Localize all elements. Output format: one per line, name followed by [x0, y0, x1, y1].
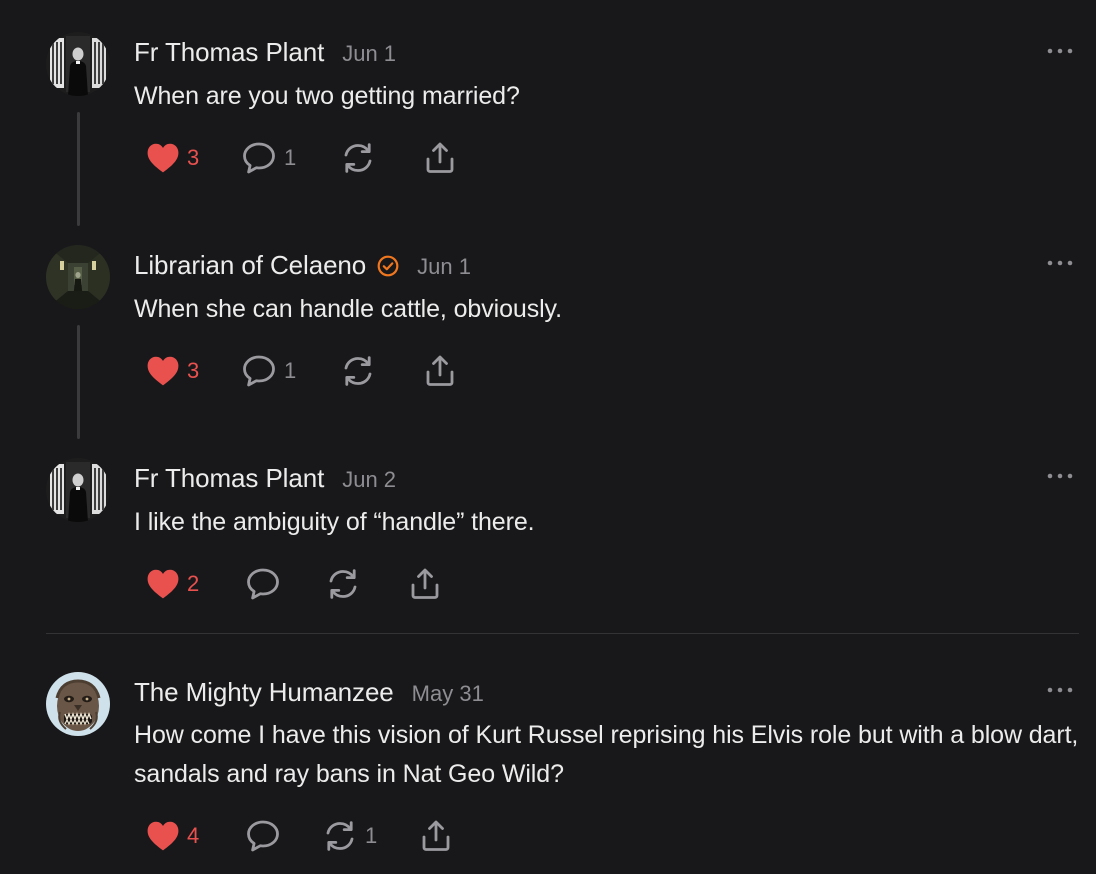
- reply-button[interactable]: 1: [241, 353, 296, 389]
- comment-text: When she can handle cattle, obviously.: [134, 295, 562, 323]
- share-icon: [420, 819, 452, 853]
- more-options-icon[interactable]: [1046, 258, 1074, 268]
- author-name[interactable]: Librarian of Celaeno: [134, 250, 366, 281]
- comment-date[interactable]: May 31: [412, 681, 484, 707]
- more-options-icon[interactable]: [1046, 46, 1074, 56]
- heart-icon: [146, 355, 180, 387]
- like-button[interactable]: 2: [146, 566, 199, 602]
- author-name[interactable]: The Mighty Humanzee: [134, 677, 394, 708]
- comment-text: How come I have this vision of Kurt Russ…: [134, 721, 1079, 788]
- author-avatar[interactable]: [46, 672, 110, 736]
- like-button[interactable]: 4: [146, 818, 199, 854]
- share-icon: [409, 567, 441, 601]
- heart-icon: [146, 820, 180, 852]
- author-name[interactable]: Fr Thomas Plant: [134, 37, 324, 68]
- thread-line: [77, 325, 80, 439]
- share-button[interactable]: [420, 818, 452, 854]
- comment-date[interactable]: Jun 2: [342, 467, 396, 493]
- comment-icon: [241, 354, 277, 388]
- comment-header: Librarian of Celaeno Jun 1: [134, 250, 471, 281]
- reply-button[interactable]: [245, 566, 288, 602]
- comment-date[interactable]: Jun 1: [342, 41, 396, 67]
- comment-icon: [245, 819, 281, 853]
- comment-icon: [245, 567, 281, 601]
- like-count: 3: [187, 145, 200, 170]
- author-avatar[interactable]: [46, 32, 110, 96]
- comment-text: I like the ambiguity of “handle” there.: [134, 508, 535, 536]
- verified-badge-icon: [377, 255, 399, 277]
- restack-button[interactable]: [340, 140, 383, 176]
- restack-icon: [325, 567, 361, 601]
- restack-icon: [340, 141, 376, 175]
- like-count: 2: [187, 571, 200, 596]
- reply-button[interactable]: 1: [241, 140, 296, 176]
- like-count: 4: [187, 823, 200, 848]
- author-avatar[interactable]: [46, 245, 110, 309]
- share-button[interactable]: [424, 353, 456, 389]
- restack-button[interactable]: [325, 566, 368, 602]
- author-name[interactable]: Fr Thomas Plant: [134, 463, 324, 494]
- share-icon: [424, 354, 456, 388]
- more-options-icon[interactable]: [1046, 685, 1074, 695]
- restack-button[interactable]: 1: [322, 818, 377, 854]
- comment-header: Fr Thomas Plant Jun 1: [134, 37, 396, 68]
- priest-photo-avatar-icon: [46, 32, 110, 96]
- share-button[interactable]: [409, 566, 441, 602]
- share-icon: [424, 141, 456, 175]
- dark-hallway-avatar-icon: [46, 245, 110, 309]
- priest-photo-avatar-icon: [46, 458, 110, 522]
- share-button[interactable]: [424, 140, 456, 176]
- comment-header: Fr Thomas Plant Jun 2: [134, 463, 396, 494]
- heart-icon: [146, 142, 180, 174]
- reply-button[interactable]: [245, 818, 288, 854]
- restack-icon: [322, 819, 358, 853]
- heart-icon: [146, 568, 180, 600]
- reply-count: 1: [284, 145, 297, 170]
- comment-text: When are you two getting married?: [134, 82, 520, 110]
- more-options-icon[interactable]: [1046, 471, 1074, 481]
- thread-divider: [46, 633, 1079, 634]
- restack-icon: [340, 354, 376, 388]
- like-count: 3: [187, 358, 200, 383]
- author-avatar[interactable]: [46, 458, 110, 522]
- restack-count: 1: [365, 823, 378, 848]
- comment-header: The Mighty Humanzee May 31: [134, 677, 484, 708]
- comment-date[interactable]: Jun 1: [417, 254, 471, 280]
- restack-button[interactable]: [340, 353, 383, 389]
- reply-count: 1: [284, 358, 297, 383]
- thread-line: [77, 112, 80, 226]
- like-button[interactable]: 3: [146, 140, 199, 176]
- creature-mask-avatar-icon: [46, 672, 110, 736]
- comment-icon: [241, 141, 277, 175]
- like-button[interactable]: 3: [146, 353, 199, 389]
